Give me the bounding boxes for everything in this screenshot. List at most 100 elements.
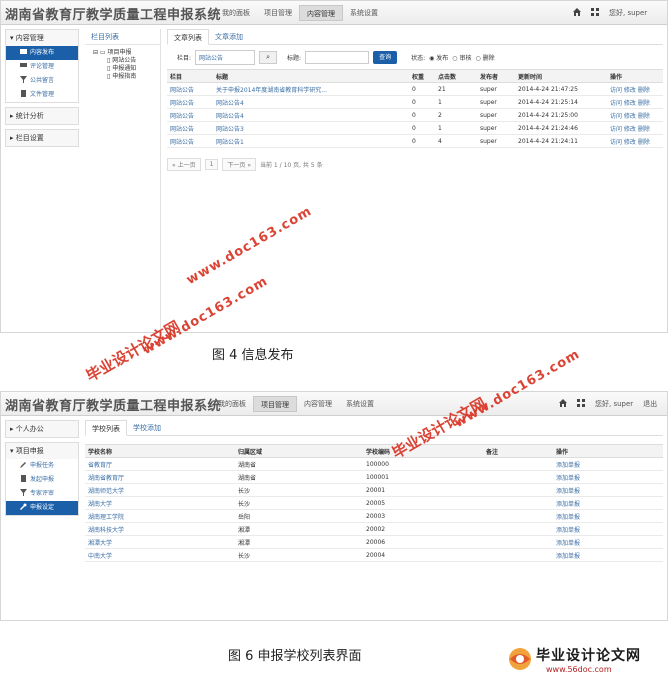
search-icon[interactable]: ⌕ [259, 50, 278, 64]
tab-school-list[interactable]: 学校列表 [85, 420, 127, 436]
tab-bar: 文章列表 文章添加 [167, 29, 663, 45]
col-header: 备注 [483, 444, 553, 458]
prev-page-button[interactable]: « 上一页 [167, 158, 201, 171]
column-select[interactable]: 网站公告 [195, 49, 256, 65]
next-page-button[interactable]: 下一页 » [222, 158, 257, 171]
tree-node-guide[interactable]: ▯ 申报指南 [93, 73, 160, 81]
status-radio-publish[interactable]: ◉ 发布 [429, 53, 448, 62]
watermark-logo-text: 毕业设计论文网 [536, 648, 641, 664]
table-row: 中南大学 长沙 20004 添加单报 [85, 548, 663, 562]
sidebar-group-header[interactable]: ▾ 内容管理 [6, 30, 78, 46]
col-header: 学校名称 [85, 444, 235, 458]
figure-caption-6: 图 6 申报学校列表界面 [228, 649, 362, 664]
sidebar-group-stats[interactable]: ▸ 统计分析 [5, 107, 79, 125]
table-row: 网站公告 网站公告4 0 2 super 2014-4-24 21:25:00 访问 修改 … [167, 108, 663, 122]
sidebar-group-header[interactable]: ▾ 项目申报 [6, 443, 78, 459]
globe-icon [509, 648, 531, 670]
tree-root[interactable]: ⊟ ▭ 项目申报 [93, 49, 160, 57]
grid-icon[interactable] [577, 399, 585, 409]
col-header: 点击数 [435, 69, 477, 83]
nav-content-management[interactable]: 内容管理 [299, 5, 343, 21]
tab-bar: 学校列表 学校添加 [85, 420, 663, 436]
sidebar-item-messages[interactable]: 公共留言 [6, 74, 78, 88]
sidebar-item-files[interactable]: 文件管理 [6, 88, 78, 102]
top-bar: 湖南省教育厅教学质量工程申报系统 我的面板 项目管理 内容管理 系统设置 您好,… [1, 1, 667, 25]
status-radio-review[interactable]: ○ 审核 [452, 53, 471, 62]
table-row: 湖南师范大学 长沙 20001 添加单报 [85, 483, 663, 497]
chevron-down-icon: ▾ [10, 447, 14, 455]
column-label: 栏目: [177, 54, 192, 62]
sidebar-item-tasks[interactable]: 申报任务 [6, 459, 78, 473]
chevron-right-icon: ▸ [10, 134, 14, 142]
table-row: 省教育厅 湖南省 100000 添加单报 [85, 457, 663, 471]
sidebar-item-comments[interactable]: 评论管理 [6, 60, 78, 74]
chevron-down-icon: ▾ [10, 34, 14, 42]
sidebar: ▸ 个人办公 ▾ 项目申报 申报任务 发起申报 专家评审 申报设定 [5, 420, 79, 520]
pagination-info: 当前 1 / 10 页, 共 5 条 [260, 162, 323, 169]
col-header: 发布者 [477, 69, 515, 83]
tree-node-announcement[interactable]: ▯ 网站公告 [93, 57, 160, 65]
figure-caption-4: 图 4 信息发布 [212, 348, 294, 363]
file-icon [20, 89, 27, 97]
main-nav: 我的面板 项目管理 内容管理 系统设置 [211, 396, 381, 412]
article-table: 栏目 标题 权重 点击数 发布者 更新时间 操作 网站公告 关于申报2014年度湖… [167, 69, 663, 148]
user-greeting[interactable]: 您好, super [595, 399, 633, 409]
table-row: 湘潭大学 湘潭 20006 添加单报 [85, 535, 663, 549]
table-row: 网站公告 网站公告3 0 1 super 2014-4-24 21:24:46 访问 修改 … [167, 121, 663, 135]
user-greeting[interactable]: 您好, super [609, 8, 647, 18]
nav-system-settings[interactable]: 系统设置 [339, 396, 381, 412]
sidebar-group-columns[interactable]: ▸ 栏目设置 [5, 129, 79, 147]
tab-article-list[interactable]: 文章列表 [167, 29, 209, 45]
home-icon[interactable] [559, 399, 567, 409]
query-button[interactable]: 查询 [373, 50, 398, 64]
tree-title: 栏目列表 [85, 29, 160, 45]
sidebar-item-settings[interactable]: 申报设定 [6, 501, 78, 515]
watermark-logo: 毕业设计论文网 www.56doc.com [506, 643, 666, 678]
nav-content-management[interactable]: 内容管理 [297, 396, 339, 412]
nav-dashboard[interactable]: 我的面板 [211, 396, 253, 412]
nav-project-management[interactable]: 项目管理 [257, 5, 299, 21]
title-input[interactable] [305, 50, 370, 64]
sidebar-group-title: 内容管理 [15, 34, 44, 42]
top-bar: 湖南省教育厅教学质量工程申报系统 我的面板 项目管理 内容管理 系统设置 您好,… [1, 392, 667, 416]
main-panel: 文章列表 文章添加 栏目: 网站公告 ⌕ 标题: 查询 状态: ◉ 发布 ○ 审… [167, 29, 663, 171]
sidebar-group-project: ▾ 项目申报 申报任务 发起申报 专家评审 申报设定 [5, 442, 79, 516]
school-table: 学校名称 归属区域 学校编码 备注 操作 省教育厅 湖南省 100000 添加单报 湖… [85, 444, 663, 562]
nav-dashboard[interactable]: 我的面板 [215, 5, 257, 21]
app-brand: 湖南省教育厅教学质量工程申报系统 [5, 8, 222, 23]
tab-article-add[interactable]: 文章添加 [209, 29, 249, 44]
title-label: 标题: [287, 54, 302, 62]
watermark-logo-url: www.56doc.com [546, 665, 612, 674]
col-header: 更新时间 [515, 69, 607, 83]
col-header: 权重 [409, 69, 435, 83]
grid-icon[interactable] [591, 8, 599, 18]
table-row: 湖南省教育厅 湖南省 100001 添加单报 [85, 470, 663, 484]
sidebar-group-office[interactable]: ▸ 个人办公 [5, 420, 79, 438]
table-row: 网站公告 网站公告1 0 4 super 2014-4-24 21:24:11 访问 修改 … [167, 134, 663, 148]
logout-link[interactable]: 退出 [643, 399, 657, 409]
col-header: 标题 [213, 69, 409, 83]
file-icon [20, 474, 27, 482]
page-number-button[interactable]: 1 [204, 159, 219, 170]
filter-icon [20, 75, 27, 83]
main-nav: 我的面板 项目管理 内容管理 系统设置 [215, 5, 385, 21]
column-tree: 栏目列表 ⊟ ▭ 项目申报 ▯ 网站公告 ▯ 申报通知 ▯ 申报指南 [85, 29, 161, 329]
home-icon[interactable] [573, 8, 581, 18]
filter-bar: 栏目: 网站公告 ⌕ 标题: 查询 状态: ◉ 发布 ○ 审核 ○ 删除 [167, 45, 663, 69]
sidebar-item-review[interactable]: 专家评审 [6, 487, 78, 501]
status-radio-delete[interactable]: ○ 删除 [475, 53, 494, 62]
tree-node-notice[interactable]: ▯ 申报通知 [93, 65, 160, 73]
nav-system-settings[interactable]: 系统设置 [343, 5, 385, 21]
sidebar-item-publish[interactable]: 内容发布 [6, 46, 78, 60]
chevron-right-icon: ▸ [10, 425, 14, 433]
content-management-screenshot: 湖南省教育厅教学质量工程申报系统 我的面板 项目管理 内容管理 系统设置 您好,… [0, 0, 668, 333]
sidebar-item-initiate[interactable]: 发起申报 [6, 473, 78, 487]
col-header: 归属区域 [235, 444, 363, 458]
nav-project-management[interactable]: 项目管理 [253, 396, 297, 412]
tab-school-add[interactable]: 学校添加 [127, 420, 167, 435]
status-label: 状态: [411, 54, 426, 62]
comment-icon [20, 61, 27, 68]
pencil-icon [20, 460, 27, 468]
sidebar-group-content: ▾ 内容管理 内容发布 评论管理 公共留言 文件管理 [5, 29, 79, 103]
pagination: « 上一页 1 下一页 » 当前 1 / 10 页, 共 5 条 [167, 158, 663, 171]
